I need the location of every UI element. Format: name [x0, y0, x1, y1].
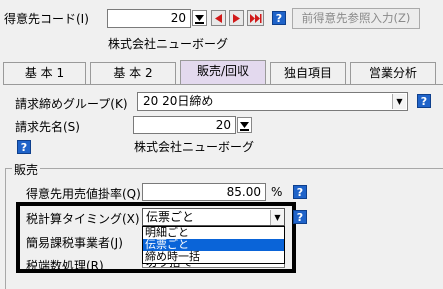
tax-timing-select[interactable]: 伝票ごと [142, 208, 285, 226]
billing-dest-code-input[interactable]: 20 [133, 116, 236, 134]
tax-timing-option[interactable]: 締め時一括 [143, 251, 284, 263]
tax-timing-value: 伝票ごと [146, 210, 195, 224]
tax-timing-help-icon[interactable]: ? [293, 210, 307, 224]
sales-section-title: 販売 [12, 161, 41, 178]
sales-rate-label: 得意先用売値掛率(Q) [26, 187, 141, 201]
tab-custom-fields[interactable]: 独自項目 [270, 62, 346, 84]
previous-record-icon[interactable] [211, 10, 226, 26]
next-record-icon[interactable] [229, 10, 244, 26]
rounding-label: 税端数処理(R) [26, 259, 104, 269]
tab-basic-1[interactable]: 基 本 1 [3, 62, 86, 84]
tab-panel-border [3, 84, 443, 85]
billing-group-value: 20 20日締め [143, 94, 214, 108]
billing-dest-dropdown-icon[interactable] [237, 117, 252, 133]
billing-dest-label: 請求先名(S) [15, 120, 80, 134]
customer-code-input[interactable]: 20 [107, 9, 191, 28]
tab-sales-analysis[interactable]: 営業分析 [350, 62, 436, 84]
tax-timing-label: 税計算タイミング(X) [26, 212, 140, 226]
billing-group-help-icon[interactable]: ? [417, 94, 431, 108]
billing-dest-help-icon[interactable]: ? [17, 140, 31, 154]
previous-customer-ref-button[interactable]: 前得意先参照入力(Z) [292, 8, 420, 29]
last-record-icon[interactable] [247, 10, 264, 26]
simple-tax-label: 簡易課税事業者(J) [26, 236, 123, 250]
billing-group-select[interactable]: 20 20日締め [137, 92, 408, 111]
sales-rate-unit: % [271, 185, 283, 199]
billing-dest-name-display: 株式会社ニューボーグ [134, 140, 255, 154]
customer-code-label: 得意先コード(I) [4, 12, 89, 26]
tax-timing-dropdown-list: 明細ごと 伝票ごと 締め時一括 [142, 226, 285, 264]
tab-sales-collection[interactable]: 販売/回収 [180, 60, 266, 85]
sales-rate-help-icon[interactable]: ? [293, 185, 307, 199]
tax-timing-dropdown-icon[interactable]: ▼ [270, 210, 284, 225]
customer-code-help-icon[interactable]: ? [272, 11, 286, 25]
sales-rate-input[interactable]: 85.00 [142, 183, 266, 201]
customer-name-display: 株式会社ニューボーグ [108, 37, 229, 51]
billing-group-dropdown-icon[interactable]: ▼ [392, 94, 406, 109]
tab-basic-2[interactable]: 基 本 2 [90, 62, 176, 84]
billing-group-label: 請求締めグループ(K) [15, 97, 128, 111]
customer-code-dropdown-icon[interactable] [192, 10, 207, 26]
